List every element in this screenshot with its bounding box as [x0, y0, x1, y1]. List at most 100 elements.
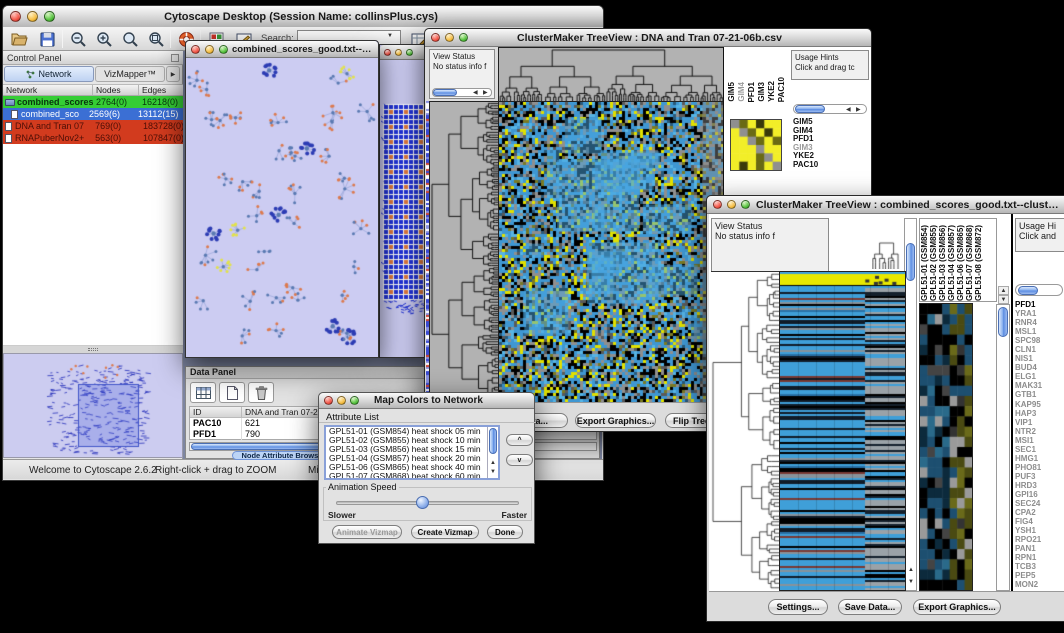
scroll-up-icon[interactable]: ▲	[490, 460, 496, 466]
tv1-row-dendrogram[interactable]	[429, 101, 500, 403]
minimize-button[interactable]	[445, 33, 454, 42]
gene-label[interactable]: YSH1	[1015, 526, 1064, 535]
tv1-zoom-matrix[interactable]	[730, 119, 782, 171]
new-attribute-button[interactable]	[219, 382, 245, 403]
list-vscrollbar[interactable]: ▲ ▼	[487, 427, 498, 478]
open-file-button[interactable]	[7, 29, 31, 49]
gene-label[interactable]: GPI16	[1015, 490, 1064, 499]
tv2-column-dendrogram[interactable]	[872, 241, 900, 269]
minimize-button[interactable]	[337, 396, 346, 405]
tv2-global-heatmap[interactable]	[779, 271, 906, 591]
zoom-button[interactable]	[44, 11, 55, 22]
column-label[interactable]: GIM5	[727, 82, 736, 102]
scrollbar-thumb[interactable]	[795, 105, 825, 113]
scrollbar-thumb[interactable]	[906, 243, 915, 281]
view-status-hscrollbar[interactable]: ◀ ▶	[432, 88, 492, 97]
gene-label[interactable]: MAK31	[1015, 381, 1064, 390]
column-label[interactable]: GPL51-08 (GSM872)	[974, 225, 983, 301]
scroll-down-icon[interactable]: ▼	[490, 469, 496, 475]
panel-splitter[interactable]	[3, 346, 183, 353]
attribute-list[interactable]: GPL51-01 (GSM854) heat shock 05 minGPL51…	[324, 425, 500, 480]
close-button[interactable]	[384, 49, 391, 56]
column-label[interactable]: GIM4	[737, 82, 746, 102]
scrollbar-thumb[interactable]	[998, 307, 1008, 337]
network-overview-canvas[interactable]	[4, 354, 182, 457]
tv1-heatmap[interactable]	[498, 101, 725, 403]
column-label[interactable]: GIM3	[757, 82, 766, 102]
close-button[interactable]	[324, 396, 333, 405]
gene-label[interactable]: PUF3	[1015, 472, 1064, 481]
gene-label[interactable]: BUD4	[1015, 363, 1064, 372]
gene-label[interactable]: CPA2	[1015, 508, 1064, 517]
gene-label[interactable]: CLN1	[1015, 345, 1064, 354]
dense-network-canvas[interactable]	[381, 60, 428, 356]
zoom-out-icon[interactable]	[66, 29, 90, 49]
scroll-down-icon[interactable]: ▼	[998, 295, 1009, 304]
gene-label[interactable]: RPO21	[1015, 535, 1064, 544]
gene-label[interactable]: HRD3	[1015, 481, 1064, 490]
scroll-up-icon[interactable]: ▲	[908, 567, 914, 573]
attribute-item[interactable]: GPL51-07 (GSM868) heat shock 60 min	[326, 472, 498, 478]
tab-overflow-button[interactable]: ▶	[166, 66, 180, 82]
save-session-button[interactable]	[35, 29, 59, 49]
gene-label[interactable]: SEC1	[1015, 445, 1064, 454]
gene-label[interactable]: FIG4	[1015, 517, 1064, 526]
network-row[interactable]: combined_scores 2764(0) 16218(0)	[3, 96, 183, 108]
scrollbar-thumb[interactable]	[489, 428, 497, 454]
tab-network[interactable]: Network	[4, 66, 94, 82]
gene-label[interactable]: MSL1	[1015, 327, 1064, 336]
minimize-button[interactable]	[205, 45, 214, 54]
tv1-column-dendrogram[interactable]	[498, 47, 725, 103]
gene-label[interactable]: GTB1	[1015, 390, 1064, 399]
gene-label[interactable]: PEP5	[1015, 571, 1064, 580]
scroll-right-icon[interactable]: ▶	[856, 107, 861, 113]
scroll-up-icon[interactable]: ▲	[998, 286, 1009, 295]
gene-label[interactable]: RNR4	[1015, 318, 1064, 327]
column-label[interactable]: GPL51-03 (GSM856)	[938, 225, 947, 301]
tab-vizmapper[interactable]: VizMapper™	[95, 66, 165, 82]
network-row[interactable]: RNAPuberNov2+ 563(0) 107847(0)	[3, 132, 183, 144]
network-view-canvas[interactable]	[186, 58, 378, 357]
col-edges[interactable]: Edges	[139, 85, 183, 95]
settings-button[interactable]: Settings...	[768, 599, 828, 615]
done-button[interactable]: Done	[487, 525, 523, 539]
gene-label[interactable]: VIP1	[1015, 418, 1064, 427]
gene-label[interactable]: HAP3	[1015, 409, 1064, 418]
gene-label[interactable]: PFD1	[1015, 300, 1064, 309]
network-overview-panel[interactable]	[3, 353, 183, 458]
gene-label[interactable]: PHO81	[1015, 463, 1064, 472]
minimize-button[interactable]	[395, 49, 402, 56]
tv2-hints-hscrollbar[interactable]	[1015, 284, 1063, 296]
select-attributes-button[interactable]	[190, 382, 216, 403]
save-data-button[interactable]: Save Data...	[838, 599, 902, 615]
gene-label[interactable]: PAN1	[1015, 544, 1064, 553]
speed-slider-thumb[interactable]	[416, 496, 429, 509]
export-graphics-button[interactable]: Export Graphics...	[575, 413, 656, 428]
gene-label[interactable]: PAC10	[793, 161, 869, 170]
gene-label[interactable]: NTR2	[1015, 427, 1064, 436]
column-label[interactable]: GPL51-04 (GSM857)	[947, 225, 956, 301]
tv2-row-dendrogram[interactable]	[711, 271, 779, 590]
create-vizmap-button[interactable]: Create Vizmap	[411, 525, 479, 539]
column-label[interactable]: GPL51-02 (GSM855)	[929, 225, 938, 301]
tv2-zoom-heatmap[interactable]	[919, 303, 973, 591]
column-label[interactable]: GPL51-01 (GSM854)	[920, 225, 929, 301]
col-nodes[interactable]: Nodes	[93, 85, 139, 95]
gene-label[interactable]: ELG1	[1015, 372, 1064, 381]
zoom-in-icon[interactable]	[92, 29, 116, 49]
animate-vizmap-button[interactable]: Animate Vizmap	[332, 525, 402, 539]
gene-label[interactable]: RPN1	[1015, 553, 1064, 562]
scrollbar-thumb[interactable]	[433, 89, 457, 96]
scrollbar-thumb[interactable]	[1018, 286, 1038, 295]
column-label[interactable]: PFD1	[747, 82, 756, 102]
zoom-selected-icon[interactable]	[118, 29, 142, 49]
dialog-titlebar[interactable]: Map Colors to Network	[319, 393, 534, 409]
net2-titlebar[interactable]	[380, 45, 429, 60]
close-button[interactable]	[191, 45, 200, 54]
gene-label[interactable]: SEC24	[1015, 499, 1064, 508]
network-row[interactable]: DNA and Tran 07 769(0) 183728(0)	[3, 120, 183, 132]
move-up-button[interactable]: ^	[506, 434, 533, 446]
column-label[interactable]: GPL51-06 (GSM865)	[956, 225, 965, 301]
minimize-button[interactable]	[27, 11, 38, 22]
network-row-selected[interactable]: combined_sco 2569(6) 13112(15)	[3, 108, 183, 120]
